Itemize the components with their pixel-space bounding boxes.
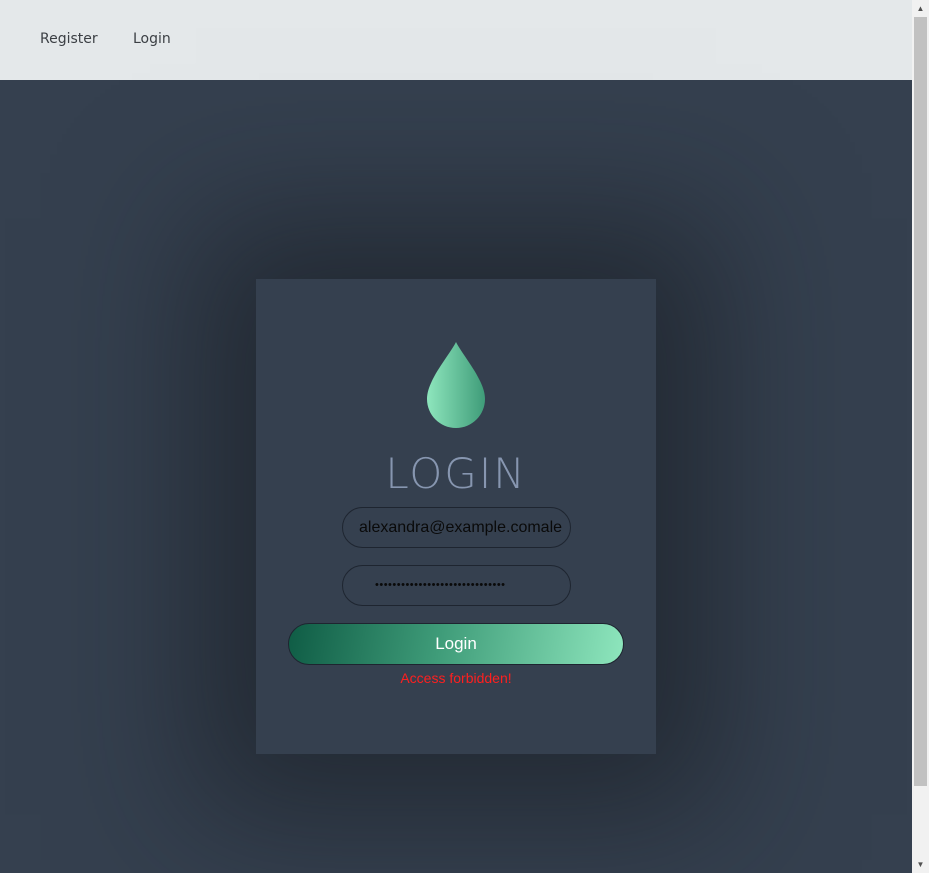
nav-login-link[interactable]: Login <box>133 31 171 47</box>
scrollbar-thumb[interactable] <box>914 17 927 786</box>
page: Register Login LOGIN alexandra@example.c… <box>0 0 929 873</box>
scroll-down-arrow-icon[interactable]: ▼ <box>912 856 929 873</box>
login-title: LOGIN <box>385 449 527 498</box>
password-field[interactable]: •••••••••••••••••••••••••••••• <box>342 565 571 606</box>
login-button[interactable]: Login <box>288 623 624 665</box>
password-field-value: •••••••••••••••••••••••••••••• <box>375 579 506 591</box>
email-field-value: alexandra@example.comale <box>359 519 563 536</box>
navbar: Register Login <box>0 0 912 80</box>
drop-icon <box>427 342 485 428</box>
scrollbar[interactable]: ▲ ▼ <box>912 0 929 873</box>
email-field[interactable]: alexandra@example.comale <box>342 507 571 548</box>
main-content: LOGIN alexandra@example.comale •••••••••… <box>0 80 912 873</box>
login-card: LOGIN alexandra@example.comale •••••••••… <box>256 279 656 754</box>
nav-register-link[interactable]: Register <box>40 31 98 47</box>
scroll-up-arrow-icon[interactable]: ▲ <box>912 0 929 17</box>
error-message: Access forbidden! <box>400 670 512 686</box>
